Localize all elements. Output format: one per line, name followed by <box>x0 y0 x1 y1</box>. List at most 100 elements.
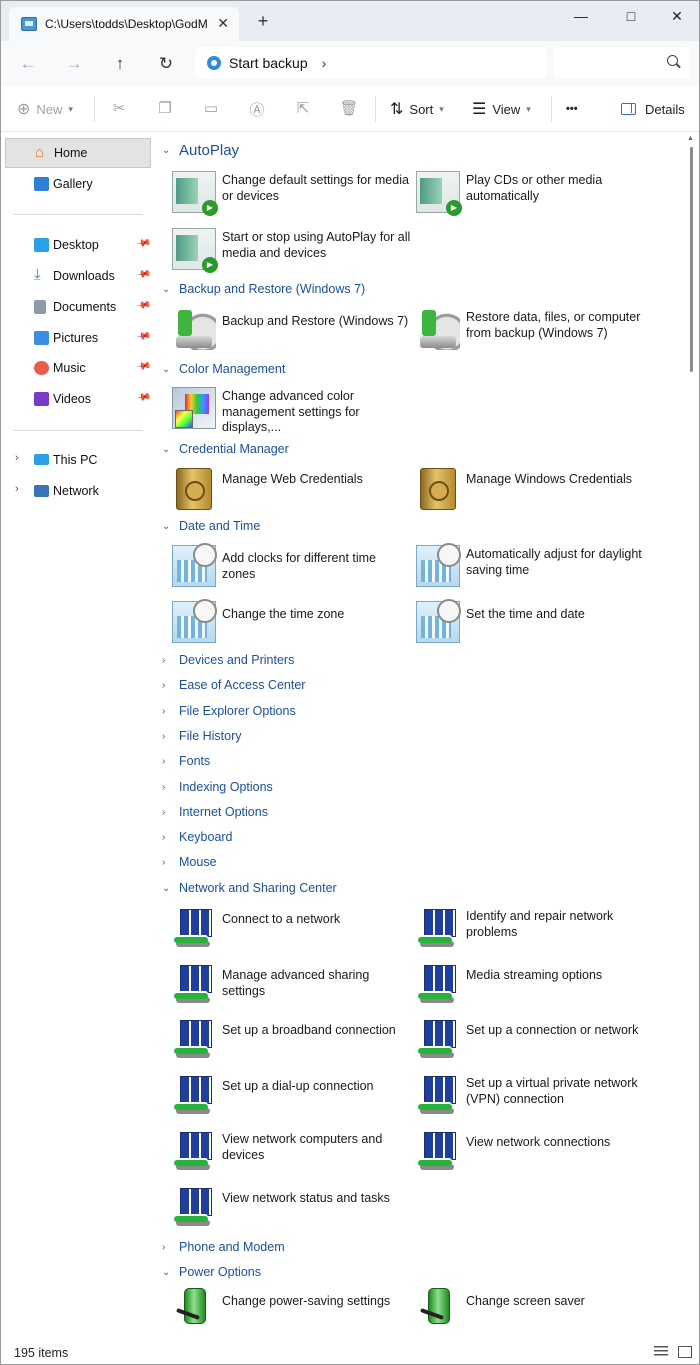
sidebar-item-music[interactable]: Music 📌 <box>5 353 151 383</box>
item-label: Change screen saver <box>466 1294 585 1308</box>
chevron-down-icon: ▾ <box>526 103 531 114</box>
sidebar-item-videos[interactable]: Videos 📌 <box>5 384 151 414</box>
sort-button[interactable]: ⇅ Sort ▾ <box>390 97 444 121</box>
sidebar-item-label: Pictures <box>53 331 99 345</box>
group-header-keyboard[interactable]: › Keyboard <box>162 827 233 847</box>
search-input[interactable] <box>554 47 690 79</box>
sort-arrows-icon: ⇅ <box>390 101 404 118</box>
refresh-icon[interactable]: ↻ <box>153 51 179 77</box>
rename-icon[interactable]: Ⓐ <box>247 99 267 119</box>
details-view-icon[interactable] <box>654 1346 668 1358</box>
maximize-button[interactable]: □ <box>608 5 654 27</box>
chevron-right-icon[interactable]: › <box>15 483 19 495</box>
clock-calendar-icon <box>172 543 217 587</box>
see-more-button[interactable]: ••• <box>566 97 578 121</box>
network-connection-icon <box>172 1018 216 1060</box>
share-icon[interactable]: ⇱ <box>293 99 313 119</box>
network-connection-icon <box>172 963 216 1005</box>
vertical-scrollbar[interactable] <box>690 147 693 372</box>
network-connection-icon <box>416 963 460 1005</box>
group-header-file-history[interactable]: › File History <box>162 726 242 746</box>
group-title: Internet Options <box>179 805 268 819</box>
group-header-ease-of-access[interactable]: › Ease of Access Center <box>162 675 305 695</box>
tiles-view-icon[interactable] <box>678 1346 692 1358</box>
group-header-internet-options[interactable]: › Internet Options <box>162 802 268 822</box>
group-header-mouse[interactable]: › Mouse <box>162 852 217 872</box>
chevron-right-icon[interactable]: › <box>15 452 19 464</box>
group-header-file-explorer-options[interactable]: › File Explorer Options <box>162 701 296 721</box>
group-header-indexing-options[interactable]: › Indexing Options <box>162 777 273 797</box>
color-management-icon <box>172 387 216 429</box>
close-tab-icon[interactable]: ✕ <box>217 15 229 32</box>
chevron-down-icon: ⌄ <box>162 882 171 894</box>
details-pane-icon <box>621 103 636 115</box>
item-label: View network computers and devices <box>222 1132 383 1162</box>
item-label: Set up a broadband connection <box>222 1023 396 1037</box>
tab-bar: C:\Users\todds\Desktop\GodM ✕ + — □ ✕ <box>1 1 699 41</box>
sidebar-item-pictures[interactable]: Pictures 📌 <box>5 323 151 353</box>
sidebar-item-label: Network <box>53 484 99 498</box>
group-header-power-options[interactable]: ⌄ Power Options <box>162 1262 261 1282</box>
group-title: Date and Time <box>179 519 261 533</box>
item-label: View network status and tasks <box>222 1191 390 1205</box>
address-breadcrumb[interactable]: Start backup <box>229 55 308 71</box>
pin-icon[interactable]: 📌 <box>135 297 152 313</box>
explorer-window: C:\Users\todds\Desktop\GodM ✕ + — □ ✕ ← … <box>0 0 700 1365</box>
sidebar-item-network[interactable]: › Network <box>5 476 151 506</box>
back-arrow-icon[interactable]: ← <box>15 51 41 77</box>
credential-vault-icon <box>176 468 212 510</box>
group-header-phone-modem[interactable]: › Phone and Modem <box>162 1237 285 1257</box>
sidebar-item-gallery[interactable]: Gallery <box>5 169 151 199</box>
item-label: Backup and Restore (Windows 7) <box>222 314 409 328</box>
sidebar-item-label: Music <box>53 361 86 375</box>
delete-icon[interactable]: 🗑 <box>339 99 359 119</box>
sidebar-item-this-pc[interactable]: › This PC <box>5 445 151 475</box>
tab-godmode[interactable]: C:\Users\todds\Desktop\GodM ✕ <box>9 7 239 41</box>
details-pane-button[interactable]: Details <box>621 97 685 121</box>
view-button[interactable]: ☰ View ▾ <box>472 97 531 121</box>
forward-arrow-icon[interactable]: → <box>61 51 87 77</box>
new-tab-button[interactable]: + <box>253 11 273 32</box>
paste-icon[interactable]: ▭ <box>201 99 221 119</box>
chevron-down-icon: ⌄ <box>162 1266 171 1278</box>
new-button[interactable]: ⊕ New ▾ <box>17 97 73 121</box>
group-title: Mouse <box>179 855 217 869</box>
chevron-right-icon: › <box>162 831 166 843</box>
group-header-color-management[interactable]: ⌄ Color Management <box>162 359 285 379</box>
address-input[interactable]: Start backup › <box>195 47 547 79</box>
sidebar-item-desktop[interactable]: Desktop 📌 <box>5 230 151 260</box>
close-window-button[interactable]: ✕ <box>654 5 699 27</box>
battery-plug-icon <box>416 1288 460 1330</box>
group-header-date-time[interactable]: ⌄ Date and Time <box>162 516 260 536</box>
cut-icon[interactable]: ✂ <box>109 99 129 119</box>
group-header-autoplay[interactable]: ⌄ AutoPlay <box>162 140 239 160</box>
chevron-right-icon[interactable]: › <box>322 55 327 71</box>
group-header-network-sharing[interactable]: ⌄ Network and Sharing Center <box>162 878 337 898</box>
group-header-devices-printers[interactable]: › Devices and Printers <box>162 650 294 670</box>
sidebar-item-documents[interactable]: Documents 📌 <box>5 292 151 322</box>
sidebar-item-home[interactable]: ⌂ Home <box>5 138 151 168</box>
scroll-up-arrow-icon[interactable]: ▲ <box>687 135 694 142</box>
details-label: Details <box>645 101 685 117</box>
chevron-right-icon: › <box>162 856 166 868</box>
up-arrow-icon[interactable]: ↑ <box>107 51 133 77</box>
group-header-fonts[interactable]: › Fonts <box>162 751 210 771</box>
item-label: Play CDs or other media automatically <box>466 173 603 203</box>
content-pane: ⌄ AutoPlay Change default settings for me… <box>154 132 689 1339</box>
copy-icon[interactable]: ❐ <box>155 99 175 119</box>
pin-icon[interactable]: 📌 <box>135 266 152 282</box>
sidebar-item-downloads[interactable]: ⤓ Downloads 📌 <box>5 261 151 291</box>
new-label: New <box>36 101 63 117</box>
pin-icon[interactable]: 📌 <box>135 358 152 374</box>
pin-icon[interactable]: 📌 <box>135 389 152 405</box>
sidebar-item-label: Documents <box>53 300 117 314</box>
sidebar-item-label: Desktop <box>53 238 99 252</box>
minimize-button[interactable]: — <box>558 5 604 27</box>
pin-icon[interactable]: 📌 <box>135 328 152 344</box>
group-header-credential-manager[interactable]: ⌄ Credential Manager <box>162 439 289 459</box>
item-label: View network connections <box>466 1135 611 1149</box>
item-label: Change the time zone <box>222 607 345 621</box>
item-label: Automatically adjust for daylight saving… <box>466 547 642 577</box>
group-header-backup[interactable]: ⌄ Backup and Restore (Windows 7) <box>162 279 365 299</box>
pin-icon[interactable]: 📌 <box>135 235 152 251</box>
